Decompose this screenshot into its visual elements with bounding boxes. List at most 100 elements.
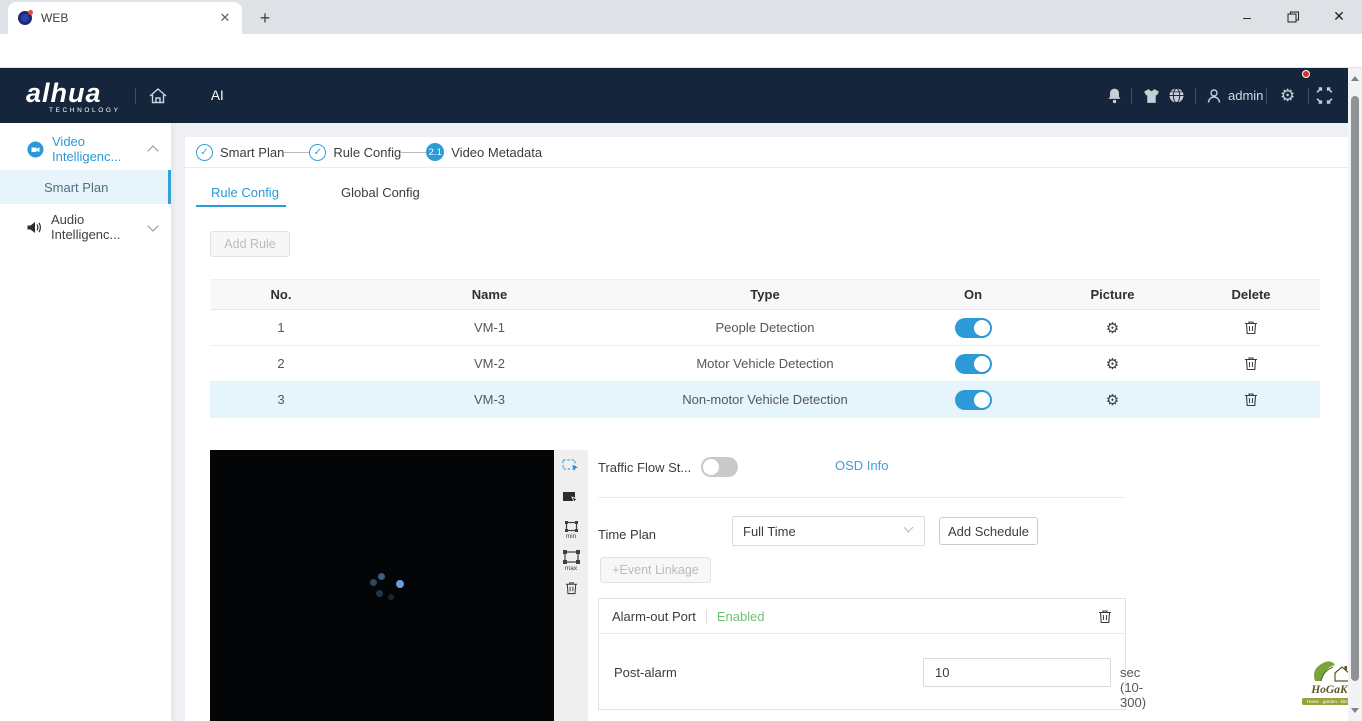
- time-plan-value: Full Time: [743, 524, 796, 539]
- scrollbar-thumb[interactable]: [1351, 96, 1359, 681]
- sidebar-group-label: Video Intelligenc...: [52, 134, 149, 164]
- step-done-icon: ✓: [309, 144, 326, 161]
- restore-icon: [1287, 11, 1299, 23]
- sidebar: Video Intelligenc... Smart Plan Audio In…: [0, 123, 171, 721]
- fullscreen-icon: [1316, 87, 1333, 104]
- alarm-out-port-label: Alarm-out Port: [612, 609, 696, 624]
- delete-icon[interactable]: [1244, 392, 1258, 407]
- step-label-smart-plan: Smart Plan: [220, 145, 284, 160]
- menu-item-ai[interactable]: AI: [211, 68, 224, 123]
- hogaki-logo-icon: [1309, 659, 1353, 685]
- active-tab-indicator: [196, 205, 286, 207]
- add-rule-button[interactable]: Add Rule: [210, 231, 290, 257]
- draw-rule-tool[interactable]: [554, 458, 588, 474]
- browser-toolbar: ← ⟳ 不安全 192.168.1.108/#/index/AIConfig/ …: [0, 34, 1362, 68]
- header-picture: Picture: [1043, 287, 1182, 302]
- table-row-selected[interactable]: 3 VM-3 Non-motor Vehicle Detection ⚙: [210, 382, 1320, 418]
- header-name: Name: [352, 287, 627, 302]
- table-header-row: No. Name Type On Picture Delete: [210, 279, 1320, 310]
- header-on: On: [903, 287, 1043, 302]
- post-alarm-label: Post-alarm: [614, 665, 677, 680]
- gear-icon: ⚙: [1280, 87, 1295, 104]
- scroll-down-arrow[interactable]: [1351, 708, 1359, 713]
- tab-rule-config[interactable]: Rule Config: [211, 179, 279, 205]
- globe-icon: [1168, 87, 1185, 104]
- step-done-icon: ✓: [196, 144, 213, 161]
- notification-button[interactable]: [1106, 68, 1123, 123]
- home-button[interactable]: [148, 68, 168, 123]
- add-schedule-button[interactable]: Add Schedule: [939, 517, 1038, 545]
- sidebar-group-video-intelligence[interactable]: Video Intelligenc...: [0, 135, 171, 163]
- shirt-icon: [1143, 88, 1160, 104]
- table-row[interactable]: 1 VM-1 People Detection ⚙: [210, 310, 1320, 346]
- picture-config-icon[interactable]: ⚙: [1043, 319, 1182, 337]
- header-delete: Delete: [1182, 287, 1320, 302]
- alarm-out-card-header: Alarm-out Port Enabled: [599, 599, 1125, 634]
- post-alarm-input[interactable]: [923, 658, 1111, 687]
- loading-spinner: [396, 580, 404, 588]
- sidebar-group-audio-intelligence[interactable]: Audio Intelligenc...: [0, 212, 171, 242]
- wardrobe-button[interactable]: [1143, 68, 1160, 123]
- tab-close-icon[interactable]: ✕: [216, 9, 234, 27]
- draw-exclusion-tool[interactable]: [554, 490, 588, 506]
- video-preview[interactable]: [210, 450, 554, 721]
- user-menu[interactable]: admin: [1206, 68, 1263, 123]
- traffic-flow-label: Traffic Flow St...: [598, 460, 691, 475]
- wizard-stepper: ✓ Smart Plan ✓ Rule Config 2.1 Video Met…: [196, 137, 542, 167]
- scroll-up-arrow[interactable]: [1351, 76, 1359, 81]
- username: admin: [1228, 88, 1263, 103]
- settings-button[interactable]: ⚙: [1280, 68, 1295, 123]
- tab-global-config[interactable]: Global Config: [341, 179, 420, 205]
- picture-config-icon[interactable]: ⚙: [1043, 391, 1182, 409]
- audio-intelligence-icon: [26, 220, 42, 235]
- window-close-button[interactable]: ✕: [1316, 0, 1362, 33]
- header-no: No.: [210, 287, 352, 302]
- rule-on-toggle[interactable]: [955, 390, 992, 410]
- page-scrollbar[interactable]: [1348, 68, 1362, 721]
- delete-shape-tool[interactable]: [554, 581, 588, 595]
- event-linkage-button[interactable]: +Event Linkage: [600, 557, 711, 583]
- content-panel: ✓ Smart Plan ✓ Rule Config 2.1 Video Met…: [185, 137, 1348, 721]
- alarm-out-card: Alarm-out Port Enabled Post-alarm sec (1…: [598, 598, 1126, 710]
- dahua-logo: alhua TECHNOLOGY: [26, 78, 121, 114]
- traffic-flow-row: Traffic Flow St...: [598, 457, 738, 477]
- fullscreen-button[interactable]: [1316, 68, 1333, 123]
- delete-linkage-icon[interactable]: [1098, 609, 1112, 624]
- profile-alert-dot: [1302, 70, 1310, 78]
- step-current-badge: 2.1: [426, 143, 444, 161]
- video-intelligence-icon: [27, 141, 44, 158]
- language-button[interactable]: [1168, 68, 1185, 123]
- rule-on-toggle[interactable]: [955, 354, 992, 374]
- post-alarm-unit: sec (10-300): [1120, 665, 1146, 710]
- time-plan-select[interactable]: Full Time: [732, 516, 925, 546]
- max-size-tool[interactable]: max: [554, 550, 588, 572]
- delete-icon[interactable]: [1244, 356, 1258, 371]
- table-row[interactable]: 2 VM-2 Motor Vehicle Detection ⚙: [210, 346, 1320, 382]
- step-label-rule-config: Rule Config: [333, 145, 401, 160]
- rule-on-toggle[interactable]: [955, 318, 992, 338]
- draw-toolbar: min max: [554, 450, 588, 721]
- bell-icon: [1106, 87, 1123, 104]
- new-tab-button[interactable]: +: [252, 5, 278, 31]
- delete-icon[interactable]: [1244, 320, 1258, 335]
- app-header: alhua TECHNOLOGY AI admin ⚙: [0, 68, 1348, 123]
- tab-title: WEB: [41, 11, 216, 25]
- header-type: Type: [627, 287, 903, 302]
- traffic-flow-toggle[interactable]: [701, 457, 738, 477]
- home-icon: [148, 87, 168, 105]
- time-plan-label: Time Plan: [598, 527, 656, 542]
- browser-titlebar: WEB ✕ + – ✕: [0, 0, 1362, 34]
- sidebar-item-smart-plan[interactable]: Smart Plan: [0, 170, 171, 204]
- select-chevron-icon: [904, 523, 914, 533]
- browser-tab[interactable]: WEB ✕: [8, 2, 242, 34]
- user-icon: [1206, 88, 1222, 104]
- min-size-tool[interactable]: min: [554, 521, 588, 540]
- chevron-down-icon: [147, 220, 158, 231]
- picture-config-icon[interactable]: ⚙: [1043, 355, 1182, 373]
- window-minimize-button[interactable]: –: [1224, 0, 1270, 33]
- rules-table: No. Name Type On Picture Delete 1 VM-1 P…: [210, 279, 1320, 418]
- sidebar-item-label: Smart Plan: [44, 180, 108, 195]
- window-restore-button[interactable]: [1270, 0, 1316, 33]
- step-label-video-metadata: Video Metadata: [451, 145, 542, 160]
- osd-info-link[interactable]: OSD Info: [835, 458, 888, 473]
